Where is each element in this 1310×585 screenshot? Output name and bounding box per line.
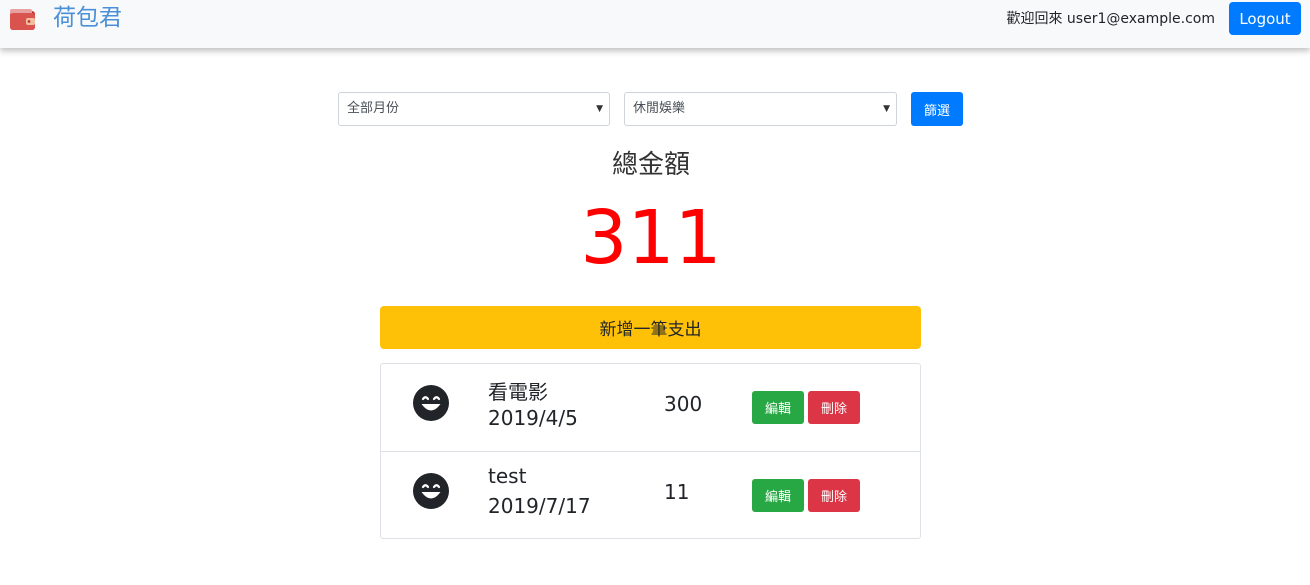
expense-amount: 11 — [664, 480, 690, 504]
month-select-value: 全部月份 — [347, 101, 400, 116]
dropdown-arrow-icon: ▼ — [883, 104, 890, 114]
dropdown-arrow-icon: ▼ — [596, 104, 603, 114]
expense-amount: 300 — [664, 392, 703, 416]
edit-button[interactable]: 編輯 — [752, 391, 804, 424]
brand-name: 荷包君 — [53, 5, 122, 31]
top-navbar: 荷包君 歡迎回來 user1@example.com Logout — [0, 0, 1310, 48]
list-item: 看電影 2019/4/5 300 編輯 刪除 — [381, 364, 920, 451]
total-amount: 311 — [580, 195, 722, 281]
expense-date: 2019/7/17 — [488, 494, 591, 518]
expense-date: 2019/4/5 — [488, 406, 578, 430]
grinning-face-icon — [413, 473, 449, 509]
list-item: test 2019/7/17 11 編輯 刪除 — [381, 451, 920, 538]
expense-name: 看電影 — [488, 380, 548, 404]
total-label: 總金額 — [611, 150, 690, 180]
expense-name: test — [488, 464, 527, 488]
category-select[interactable]: 休閒娛樂 ▼ — [624, 92, 897, 126]
category-select-value: 休閒娛樂 — [633, 101, 686, 116]
welcome-message: 歡迎回來 user1@example.com — [1006, 11, 1215, 27]
brand-link[interactable]: 荷包君 — [8, 2, 122, 34]
delete-button[interactable]: 刪除 — [808, 479, 860, 512]
add-expense-button[interactable]: 新增一筆支出 — [380, 306, 921, 349]
wallet-icon — [10, 9, 35, 30]
filter-button[interactable]: 篩選 — [911, 92, 963, 126]
month-select[interactable]: 全部月份 ▼ — [338, 92, 610, 126]
logout-button[interactable]: Logout — [1229, 2, 1301, 35]
edit-button[interactable]: 編輯 — [752, 479, 804, 512]
expense-list: 看電影 2019/4/5 300 編輯 刪除 test 2019/7/17 11… — [380, 363, 921, 539]
delete-button[interactable]: 刪除 — [808, 391, 860, 424]
grinning-face-icon — [413, 385, 449, 421]
